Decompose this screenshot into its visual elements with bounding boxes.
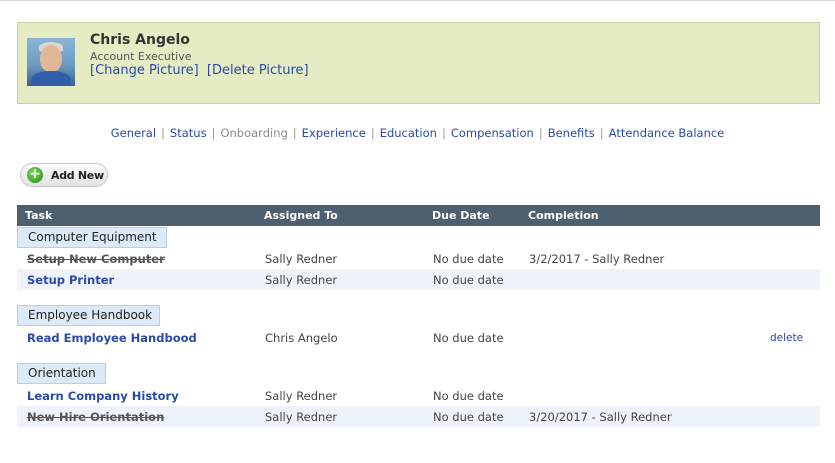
nav-status[interactable]: Status: [170, 126, 207, 140]
avatar: [27, 38, 75, 86]
top-border: [0, 0, 835, 1]
group-computer-equipment: Computer Equipment: [17, 227, 167, 248]
employee-title: Account Executive: [90, 50, 192, 63]
add-new-label: Add New: [51, 169, 104, 182]
task-link[interactable]: Learn Company History: [27, 389, 179, 403]
due-date: No due date: [433, 331, 504, 345]
due-date: No due date: [433, 410, 504, 424]
group-employee-handbook: Employee Handbook: [17, 305, 160, 326]
change-picture-link[interactable]: [Change Picture]: [90, 63, 199, 78]
delete-link[interactable]: delete: [770, 332, 803, 344]
employee-name: Chris Angelo: [90, 32, 190, 48]
assigned-to: Chris Angelo: [265, 331, 338, 345]
group-orientation: Orientation: [17, 363, 106, 384]
plus-icon: +: [27, 167, 43, 183]
task-link[interactable]: Read Employee Handbood: [27, 331, 197, 345]
table-header: Task Assigned To Due Date Completion: [17, 205, 820, 226]
due-date: No due date: [433, 273, 504, 287]
delete-picture-link[interactable]: [Delete Picture]: [207, 63, 309, 78]
assigned-to: Sally Redner: [265, 273, 338, 287]
nav-education[interactable]: Education: [380, 126, 437, 140]
table-row: New Hire Orientation Sally Redner No due…: [17, 406, 820, 427]
picture-links: [Change Picture] [Delete Picture]: [90, 63, 313, 78]
task-link[interactable]: New Hire Orientation: [27, 410, 164, 424]
nav-experience[interactable]: Experience: [302, 126, 366, 140]
nav-benefits[interactable]: Benefits: [548, 126, 595, 140]
nav-attendance-balance[interactable]: Attendance Balance: [609, 126, 725, 140]
task-link[interactable]: Setup Printer: [27, 273, 114, 287]
table-row: Setup Printer Sally Redner No due date: [17, 269, 820, 290]
task-link[interactable]: Setup New Computer: [27, 252, 165, 266]
nav-compensation[interactable]: Compensation: [451, 126, 534, 140]
table-row: Setup New Computer Sally Redner No due d…: [17, 248, 820, 269]
assigned-to: Sally Redner: [265, 252, 338, 266]
table-row: Read Employee Handbood Chris Angelo No d…: [17, 327, 820, 348]
nav-onboarding[interactable]: Onboarding: [220, 126, 287, 140]
assigned-to: Sally Redner: [265, 389, 338, 403]
due-date: No due date: [433, 389, 504, 403]
completion: 3/2/2017 - Sally Redner: [529, 252, 665, 266]
table-row: Learn Company History Sally Redner No du…: [17, 385, 820, 406]
section-nav: General | Status | Onboarding | Experience | Edu…: [110, 126, 725, 140]
nav-general[interactable]: General: [111, 126, 156, 140]
header-task: Task: [25, 209, 53, 222]
profile-panel: Chris Angelo Account Executive [Change P…: [17, 22, 820, 104]
completion: 3/20/2017 - Sally Redner: [529, 410, 672, 424]
header-completion: Completion: [528, 209, 599, 222]
header-assigned: Assigned To: [264, 209, 338, 222]
header-due: Due Date: [432, 209, 490, 222]
add-new-button[interactable]: + Add New: [20, 163, 108, 187]
assigned-to: Sally Redner: [265, 410, 338, 424]
due-date: No due date: [433, 252, 504, 266]
